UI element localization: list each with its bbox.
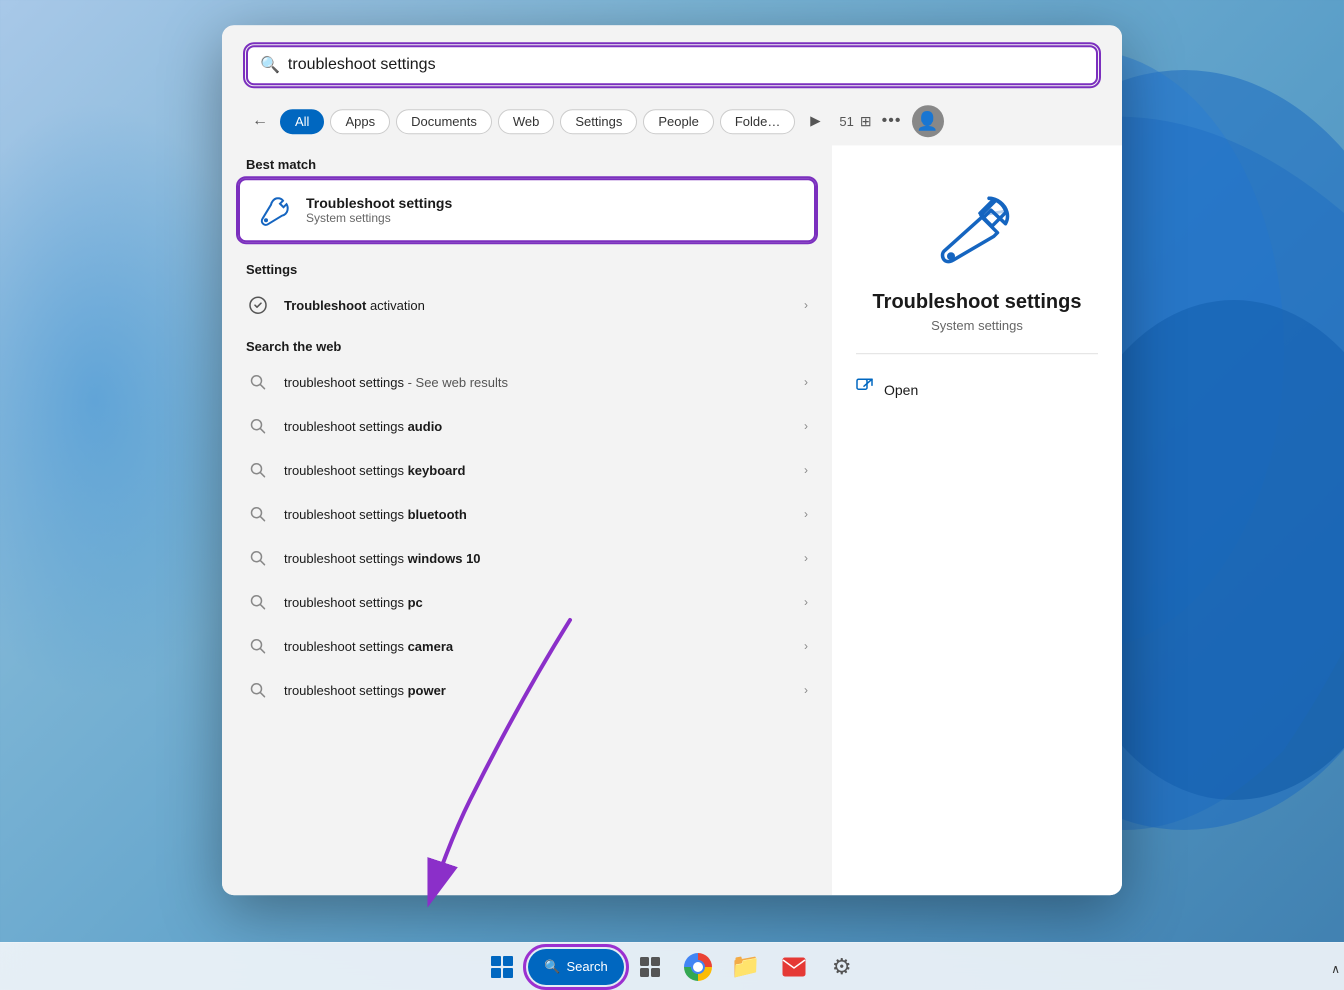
taskbar-search-label: Search — [566, 959, 607, 974]
web-chevron-1: › — [804, 375, 808, 389]
web-item-text-1: troubleshoot settings - See web results — [284, 375, 790, 390]
user-avatar[interactable]: 👤 — [912, 105, 944, 137]
web-item-text-7: troubleshoot settings camera — [284, 639, 790, 654]
play-more-button[interactable]: ▶ — [801, 107, 829, 135]
web-chevron-6: › — [804, 595, 808, 609]
search-window: 🔍 ← All Apps Documents Web Settings Peop… — [222, 25, 1122, 895]
taskbar-search-icon: 🔍 — [544, 959, 560, 975]
web-item-text-6: troubleshoot settings pc — [284, 595, 790, 610]
section-settings-title: Settings — [222, 250, 832, 283]
result-item-activation[interactable]: Troubleshoot activation › — [222, 283, 832, 327]
left-panel: Best match Troubleshoot settings System … — [222, 145, 832, 895]
web-item-text-5: troubleshoot settings windows 10 — [284, 551, 790, 566]
web-item-text-8: troubleshoot settings power — [284, 683, 790, 698]
web-item-5[interactable]: troubleshoot settings windows 10 › — [222, 536, 832, 580]
search-bar-area: 🔍 — [222, 25, 1122, 97]
web-item-7[interactable]: troubleshoot settings camera › — [222, 624, 832, 668]
best-match-subtitle: System settings — [306, 211, 452, 225]
web-item-6[interactable]: troubleshoot settings pc › — [222, 580, 832, 624]
filter-people[interactable]: People — [643, 109, 713, 134]
web-item-text-4: troubleshoot settings bluetooth — [284, 507, 790, 522]
right-divider — [856, 353, 1098, 354]
filter-web[interactable]: Web — [498, 109, 555, 134]
search-input-row[interactable]: 🔍 — [246, 45, 1098, 85]
web-item-text-3: troubleshoot settings keyboard — [284, 463, 790, 478]
best-match-icon — [256, 192, 292, 228]
web-chevron-2: › — [804, 419, 808, 433]
files-icon[interactable]: 📁 — [724, 945, 768, 989]
open-icon — [856, 378, 874, 401]
chrome-icon[interactable] — [676, 945, 720, 989]
open-action[interactable]: Open — [856, 370, 1098, 409]
web-item-2[interactable]: troubleshoot settings audio › — [222, 404, 832, 448]
right-subtitle: System settings — [931, 318, 1023, 333]
web-search-icon-3 — [246, 458, 270, 482]
web-search-icon-4 — [246, 502, 270, 526]
activation-chevron: › — [804, 298, 808, 312]
web-chevron-7: › — [804, 639, 808, 653]
filter-all[interactable]: All — [280, 109, 324, 134]
filter-icon: ⊞ — [860, 113, 872, 130]
result-count: 51 — [839, 114, 853, 129]
filter-settings[interactable]: Settings — [560, 109, 637, 134]
filter-tabs: ← All Apps Documents Web Settings People… — [222, 97, 1122, 145]
best-match-item[interactable]: Troubleshoot settings System settings — [238, 178, 816, 242]
section-web-title: Search the web — [222, 327, 832, 360]
activation-icon — [246, 293, 270, 317]
search-icon: 🔍 — [260, 55, 280, 75]
back-button[interactable]: ← — [246, 107, 274, 135]
folder-icon: 📁 — [731, 952, 761, 981]
right-big-icon — [932, 185, 1022, 275]
taskbar-search-button[interactable]: 🔍 Search — [528, 949, 623, 985]
web-chevron-5: › — [804, 551, 808, 565]
mail-icon[interactable] — [772, 945, 816, 989]
search-input[interactable] — [288, 56, 1084, 74]
more-options-button[interactable]: ••• — [878, 107, 906, 135]
web-chevron-3: › — [804, 463, 808, 477]
web-search-icon-1 — [246, 370, 270, 394]
filter-folders[interactable]: Folde… — [720, 109, 796, 134]
web-item-8[interactable]: troubleshoot settings power › — [222, 668, 832, 712]
gear-icon: ⚙ — [832, 954, 852, 980]
start-button[interactable] — [480, 945, 524, 989]
taskbar: 🔍 Search 📁 ⚙ ∧ — [0, 942, 1344, 990]
chevron-up-button[interactable]: ∧ — [1331, 962, 1340, 976]
web-chevron-8: › — [804, 683, 808, 697]
web-search-icon-5 — [246, 546, 270, 570]
section-best-match-title: Best match — [222, 145, 832, 178]
filter-documents[interactable]: Documents — [396, 109, 492, 134]
filter-apps[interactable]: Apps — [330, 109, 390, 134]
activation-text: Troubleshoot activation — [284, 298, 790, 313]
right-panel: Troubleshoot settings System settings Op… — [832, 145, 1122, 895]
right-title: Troubleshoot settings — [873, 291, 1082, 314]
search-content: Best match Troubleshoot settings System … — [222, 145, 1122, 895]
web-search-icon-2 — [246, 414, 270, 438]
web-item-text-2: troubleshoot settings audio — [284, 419, 790, 434]
task-view-button[interactable] — [628, 945, 672, 989]
open-label: Open — [884, 382, 918, 398]
windows-logo — [491, 956, 513, 978]
best-match-info: Troubleshoot settings System settings — [306, 195, 452, 225]
web-chevron-4: › — [804, 507, 808, 521]
web-item-1[interactable]: troubleshoot settings - See web results … — [222, 360, 832, 404]
web-item-4[interactable]: troubleshoot settings bluetooth › — [222, 492, 832, 536]
web-search-icon-8 — [246, 678, 270, 702]
web-search-icon-7 — [246, 634, 270, 658]
web-item-3[interactable]: troubleshoot settings keyboard › — [222, 448, 832, 492]
best-match-name: Troubleshoot settings — [306, 195, 452, 211]
settings-gear-icon[interactable]: ⚙ — [820, 945, 864, 989]
web-search-icon-6 — [246, 590, 270, 614]
